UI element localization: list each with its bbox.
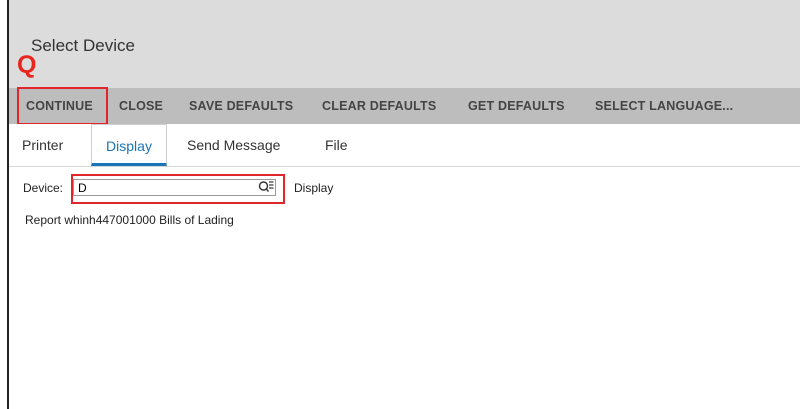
report-text: Report whinh447001000 Bills of Lading: [25, 213, 234, 227]
search-list-icon[interactable]: [258, 180, 274, 195]
display-tab-panel: Device: Display Report whinh447001000 Bi…: [9, 167, 800, 409]
continue-button[interactable]: CONTINUE: [26, 88, 93, 124]
save-defaults-button[interactable]: SAVE DEFAULTS: [189, 88, 293, 124]
get-defaults-button[interactable]: GET DEFAULTS: [468, 88, 565, 124]
close-button[interactable]: CLOSE: [119, 88, 163, 124]
tab-file[interactable]: File: [325, 124, 348, 166]
annotation-marker: Q: [17, 51, 37, 79]
select-language-button[interactable]: SELECT LANGUAGE...: [595, 88, 733, 124]
tab-display[interactable]: Display: [91, 124, 167, 166]
dialog-title: Select Device: [31, 36, 135, 55]
dialog-titlebar: Select Device Q: [9, 0, 800, 88]
dialog-toolbar: CONTINUE CLOSE SAVE DEFAULTS CLEAR DEFAU…: [9, 88, 800, 124]
device-description: Display: [294, 181, 334, 195]
tab-printer[interactable]: Printer: [22, 124, 63, 166]
select-device-dialog: Select Device Q CONTINUE CLOSE SAVE DEFA…: [7, 0, 800, 409]
device-field[interactable]: [73, 179, 276, 196]
device-type-tabs: Printer Display Send Message File: [9, 124, 800, 167]
clear-defaults-button[interactable]: CLEAR DEFAULTS: [322, 88, 436, 124]
device-label: Device:: [23, 181, 64, 195]
tab-send-message[interactable]: Send Message: [187, 124, 280, 166]
